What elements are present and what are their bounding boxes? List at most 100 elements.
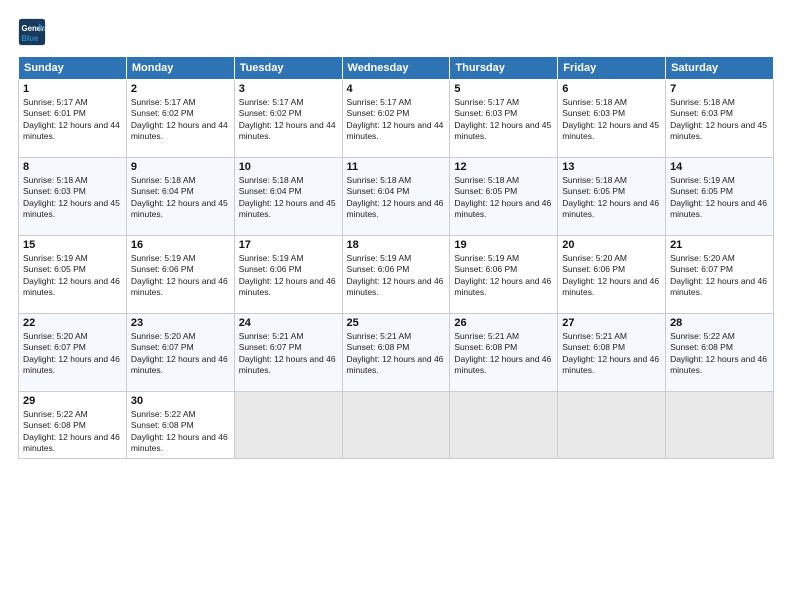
calendar-table: SundayMondayTuesdayWednesdayThursdayFrid… [18, 56, 774, 459]
day-number: 27 [562, 317, 661, 329]
day-number: 6 [562, 83, 661, 95]
day-info: Sunrise: 5:18 AMSunset: 6:05 PMDaylight:… [454, 175, 551, 219]
day-info: Sunrise: 5:20 AMSunset: 6:06 PMDaylight:… [562, 253, 659, 297]
day-number: 9 [131, 161, 230, 173]
calendar-cell: 17 Sunrise: 5:19 AMSunset: 6:06 PMDaylig… [234, 236, 342, 314]
calendar-cell: 21 Sunrise: 5:20 AMSunset: 6:07 PMDaylig… [666, 236, 774, 314]
day-info: Sunrise: 5:19 AMSunset: 6:06 PMDaylight:… [347, 253, 444, 297]
day-number: 29 [23, 395, 122, 407]
header: General Blue [18, 18, 774, 46]
calendar-cell [234, 392, 342, 459]
day-info: Sunrise: 5:19 AMSunset: 6:06 PMDaylight:… [454, 253, 551, 297]
day-info: Sunrise: 5:21 AMSunset: 6:08 PMDaylight:… [347, 331, 444, 375]
day-number: 5 [454, 83, 553, 95]
day-number: 21 [670, 239, 769, 251]
day-number: 8 [23, 161, 122, 173]
calendar-cell [342, 392, 450, 459]
day-number: 23 [131, 317, 230, 329]
day-number: 10 [239, 161, 338, 173]
day-info: Sunrise: 5:19 AMSunset: 6:05 PMDaylight:… [670, 175, 767, 219]
calendar-cell: 22 Sunrise: 5:20 AMSunset: 6:07 PMDaylig… [19, 314, 127, 392]
calendar-cell: 30 Sunrise: 5:22 AMSunset: 6:08 PMDaylig… [126, 392, 234, 459]
logo: General Blue [18, 18, 50, 46]
col-header-monday: Monday [126, 57, 234, 80]
day-info: Sunrise: 5:22 AMSunset: 6:08 PMDaylight:… [670, 331, 767, 375]
day-number: 1 [23, 83, 122, 95]
calendar-cell: 12 Sunrise: 5:18 AMSunset: 6:05 PMDaylig… [450, 158, 558, 236]
day-number: 28 [670, 317, 769, 329]
calendar-cell: 29 Sunrise: 5:22 AMSunset: 6:08 PMDaylig… [19, 392, 127, 459]
day-number: 20 [562, 239, 661, 251]
logo-icon: General Blue [18, 18, 46, 46]
calendar-cell: 5 Sunrise: 5:17 AMSunset: 6:03 PMDayligh… [450, 80, 558, 158]
svg-text:Blue: Blue [22, 34, 40, 43]
calendar-cell: 23 Sunrise: 5:20 AMSunset: 6:07 PMDaylig… [126, 314, 234, 392]
day-info: Sunrise: 5:19 AMSunset: 6:06 PMDaylight:… [131, 253, 228, 297]
page: General Blue SundayMondayTuesdayWednesda… [0, 0, 792, 612]
day-number: 25 [347, 317, 446, 329]
calendar-cell: 13 Sunrise: 5:18 AMSunset: 6:05 PMDaylig… [558, 158, 666, 236]
day-info: Sunrise: 5:18 AMSunset: 6:05 PMDaylight:… [562, 175, 659, 219]
day-info: Sunrise: 5:18 AMSunset: 6:03 PMDaylight:… [670, 97, 767, 141]
calendar-cell: 9 Sunrise: 5:18 AMSunset: 6:04 PMDayligh… [126, 158, 234, 236]
day-info: Sunrise: 5:18 AMSunset: 6:03 PMDaylight:… [562, 97, 659, 141]
day-number: 12 [454, 161, 553, 173]
day-number: 24 [239, 317, 338, 329]
day-number: 19 [454, 239, 553, 251]
calendar-cell: 25 Sunrise: 5:21 AMSunset: 6:08 PMDaylig… [342, 314, 450, 392]
calendar-cell [558, 392, 666, 459]
calendar-cell: 2 Sunrise: 5:17 AMSunset: 6:02 PMDayligh… [126, 80, 234, 158]
day-info: Sunrise: 5:17 AMSunset: 6:03 PMDaylight:… [454, 97, 551, 141]
day-number: 7 [670, 83, 769, 95]
day-number: 26 [454, 317, 553, 329]
day-number: 13 [562, 161, 661, 173]
day-info: Sunrise: 5:22 AMSunset: 6:08 PMDaylight:… [131, 409, 228, 453]
calendar-cell: 7 Sunrise: 5:18 AMSunset: 6:03 PMDayligh… [666, 80, 774, 158]
day-number: 18 [347, 239, 446, 251]
day-info: Sunrise: 5:18 AMSunset: 6:04 PMDaylight:… [131, 175, 228, 219]
day-info: Sunrise: 5:18 AMSunset: 6:04 PMDaylight:… [347, 175, 444, 219]
day-info: Sunrise: 5:17 AMSunset: 6:02 PMDaylight:… [131, 97, 228, 141]
day-number: 15 [23, 239, 122, 251]
day-info: Sunrise: 5:21 AMSunset: 6:07 PMDaylight:… [239, 331, 336, 375]
day-info: Sunrise: 5:18 AMSunset: 6:03 PMDaylight:… [23, 175, 120, 219]
day-number: 11 [347, 161, 446, 173]
svg-text:General: General [22, 24, 47, 33]
calendar-cell [450, 392, 558, 459]
calendar-cell: 1 Sunrise: 5:17 AMSunset: 6:01 PMDayligh… [19, 80, 127, 158]
col-header-friday: Friday [558, 57, 666, 80]
calendar-cell: 26 Sunrise: 5:21 AMSunset: 6:08 PMDaylig… [450, 314, 558, 392]
day-info: Sunrise: 5:20 AMSunset: 6:07 PMDaylight:… [23, 331, 120, 375]
calendar-cell: 11 Sunrise: 5:18 AMSunset: 6:04 PMDaylig… [342, 158, 450, 236]
day-info: Sunrise: 5:19 AMSunset: 6:05 PMDaylight:… [23, 253, 120, 297]
calendar-cell [666, 392, 774, 459]
day-number: 14 [670, 161, 769, 173]
calendar-cell: 20 Sunrise: 5:20 AMSunset: 6:06 PMDaylig… [558, 236, 666, 314]
day-info: Sunrise: 5:20 AMSunset: 6:07 PMDaylight:… [131, 331, 228, 375]
calendar-cell: 28 Sunrise: 5:22 AMSunset: 6:08 PMDaylig… [666, 314, 774, 392]
col-header-sunday: Sunday [19, 57, 127, 80]
day-info: Sunrise: 5:21 AMSunset: 6:08 PMDaylight:… [454, 331, 551, 375]
col-header-wednesday: Wednesday [342, 57, 450, 80]
calendar-cell: 19 Sunrise: 5:19 AMSunset: 6:06 PMDaylig… [450, 236, 558, 314]
calendar-cell: 14 Sunrise: 5:19 AMSunset: 6:05 PMDaylig… [666, 158, 774, 236]
day-info: Sunrise: 5:17 AMSunset: 6:02 PMDaylight:… [347, 97, 444, 141]
calendar-cell: 24 Sunrise: 5:21 AMSunset: 6:07 PMDaylig… [234, 314, 342, 392]
calendar-cell: 16 Sunrise: 5:19 AMSunset: 6:06 PMDaylig… [126, 236, 234, 314]
calendar-cell: 3 Sunrise: 5:17 AMSunset: 6:02 PMDayligh… [234, 80, 342, 158]
day-info: Sunrise: 5:17 AMSunset: 6:02 PMDaylight:… [239, 97, 336, 141]
calendar-body: 1 Sunrise: 5:17 AMSunset: 6:01 PMDayligh… [19, 80, 774, 459]
calendar-header-row: SundayMondayTuesdayWednesdayThursdayFrid… [19, 57, 774, 80]
calendar-cell: 18 Sunrise: 5:19 AMSunset: 6:06 PMDaylig… [342, 236, 450, 314]
day-number: 30 [131, 395, 230, 407]
calendar-cell: 8 Sunrise: 5:18 AMSunset: 6:03 PMDayligh… [19, 158, 127, 236]
calendar-cell: 4 Sunrise: 5:17 AMSunset: 6:02 PMDayligh… [342, 80, 450, 158]
col-header-thursday: Thursday [450, 57, 558, 80]
calendar-cell: 27 Sunrise: 5:21 AMSunset: 6:08 PMDaylig… [558, 314, 666, 392]
day-info: Sunrise: 5:22 AMSunset: 6:08 PMDaylight:… [23, 409, 120, 453]
day-number: 3 [239, 83, 338, 95]
day-number: 22 [23, 317, 122, 329]
day-info: Sunrise: 5:19 AMSunset: 6:06 PMDaylight:… [239, 253, 336, 297]
day-number: 17 [239, 239, 338, 251]
col-header-tuesday: Tuesday [234, 57, 342, 80]
